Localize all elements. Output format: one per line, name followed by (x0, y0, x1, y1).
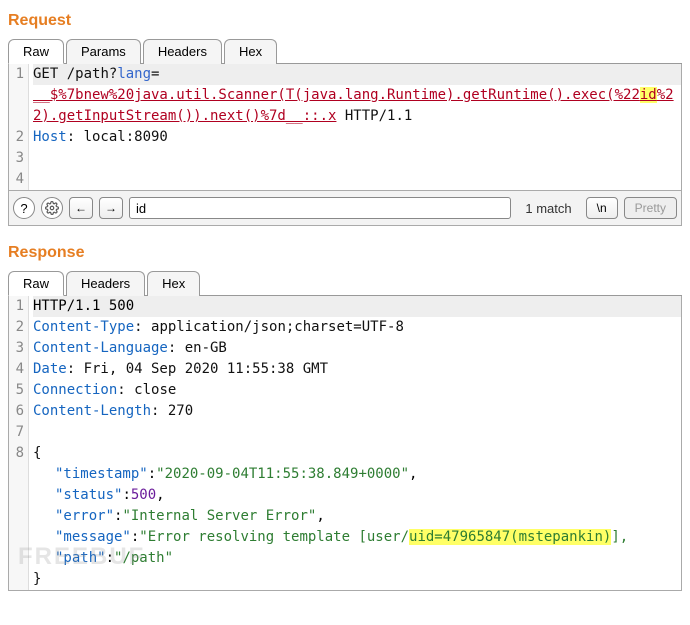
line-number: 2 (9, 127, 29, 148)
request-line-2[interactable]: Host: local:8090 (29, 127, 681, 148)
line-number: 1 (9, 296, 29, 317)
query-param: lang (117, 66, 151, 82)
match-count: 1 match (525, 201, 571, 216)
request-line-4[interactable] (29, 169, 681, 190)
tab-headers[interactable]: Headers (143, 39, 222, 64)
request-editor[interactable]: 1 GET /path?lang= __$%7bnew%20java.util.S… (8, 64, 682, 191)
response-editor[interactable]: 1HTTP/1.1 500 2Content-Type: application… (8, 296, 682, 591)
http-method: GET (33, 66, 58, 82)
line-number: 4 (9, 169, 29, 190)
prev-match-button[interactable]: ← (69, 197, 93, 219)
line-number: 3 (9, 148, 29, 169)
payload-pre: __$%7bnew%20java.util.Scanner(T(java.lan… (33, 87, 640, 103)
blank-line (29, 422, 681, 443)
line-number: 8 (9, 443, 29, 590)
json-body: { "timestamp":"2020-09-04T11:55:38.849+0… (29, 443, 681, 590)
http-version: HTTP/1.1 (336, 108, 412, 124)
line-number: 5 (9, 380, 29, 401)
host-header-name: Host (33, 129, 67, 145)
tab-hex[interactable]: Hex (147, 271, 200, 296)
request-line-3[interactable] (29, 148, 681, 169)
tab-hex[interactable]: Hex (224, 39, 277, 64)
response-title: Response (8, 244, 682, 262)
request-path: /path? (58, 66, 117, 82)
header-connection: Connection: close (29, 380, 681, 401)
tab-headers[interactable]: Headers (66, 271, 145, 296)
tab-params[interactable]: Params (66, 39, 141, 64)
header-date: Date: Fri, 04 Sep 2020 11:55:38 GMT (29, 359, 681, 380)
next-match-button[interactable]: → (99, 197, 123, 219)
request-tabs: Raw Params Headers Hex (8, 38, 682, 64)
response-tabs: Raw Headers Hex (8, 270, 682, 296)
host-header-value: : local:8090 (67, 129, 168, 145)
line-number: 1 (9, 64, 29, 127)
line-number: 4 (9, 359, 29, 380)
line-number: 2 (9, 317, 29, 338)
newline-button[interactable]: \n (586, 197, 618, 219)
request-line-1[interactable]: GET /path?lang= __$%7bnew%20java.util.Sca… (29, 64, 681, 127)
line-number: 7 (9, 422, 29, 443)
header-content-type: Content-Type: application/json;charset=U… (29, 317, 681, 338)
search-input[interactable] (129, 197, 511, 219)
equals: = (151, 66, 159, 82)
status-line: HTTP/1.1 500 (29, 296, 681, 317)
pretty-button[interactable]: Pretty (624, 197, 677, 219)
tab-raw[interactable]: Raw (8, 271, 64, 296)
help-button[interactable]: ? (13, 197, 35, 219)
response-highlight: uid=47965847(mstepankin) (409, 529, 611, 545)
payload-highlight: id (640, 87, 657, 103)
tab-raw[interactable]: Raw (8, 39, 64, 64)
header-content-length: Content-Length: 270 (29, 401, 681, 422)
gear-icon[interactable] (41, 197, 63, 219)
request-toolbar: ? ← → 1 match \n Pretty (8, 191, 682, 226)
line-number: 6 (9, 401, 29, 422)
request-title: Request (8, 12, 682, 30)
header-content-language: Content-Language: en-GB (29, 338, 681, 359)
line-number: 3 (9, 338, 29, 359)
